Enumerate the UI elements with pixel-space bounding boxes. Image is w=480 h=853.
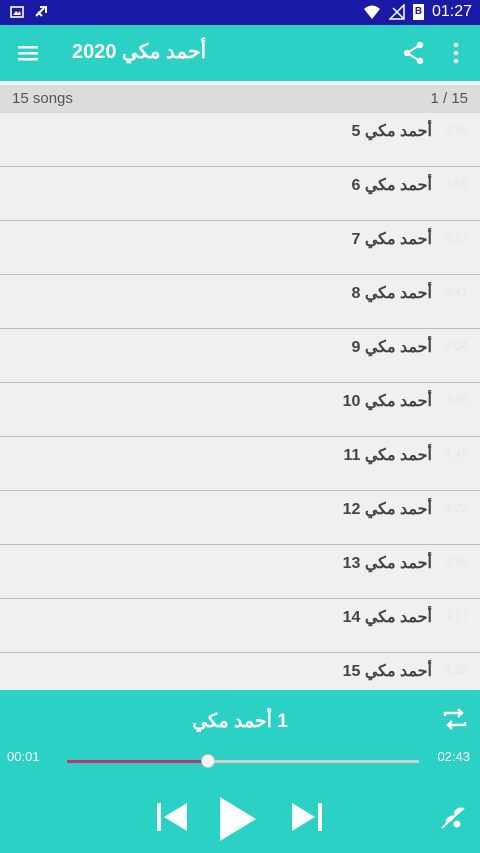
song-row[interactable]: أحمد مكي 6 4:58: [0, 167, 480, 221]
playback-controls: [0, 788, 480, 848]
player-bar: 1 أحمد مكي 00:01 02:43: [0, 690, 480, 853]
play-icon[interactable]: [214, 794, 260, 844]
song-title: أحمد مكي 5: [351, 123, 432, 140]
olive-branch-icon[interactable]: [438, 802, 468, 832]
seek-progress: [67, 760, 208, 763]
song-duration: 4:22: [444, 501, 468, 515]
menu-icon[interactable]: [14, 39, 42, 67]
page-title: أحمد مكي 2020: [72, 41, 207, 63]
song-row[interactable]: أحمد مكي 12 4:22: [0, 491, 480, 545]
song-title: أحمد مكي 8: [351, 285, 432, 302]
repeat-icon[interactable]: [440, 704, 470, 734]
wifi-icon: [363, 5, 380, 19]
battery-icon: B: [412, 4, 424, 20]
song-duration: 3:30: [444, 123, 468, 137]
song-row[interactable]: أحمد مكي 7 3:27: [0, 221, 480, 275]
next-icon[interactable]: [288, 798, 326, 836]
song-title: أحمد مكي 6: [351, 177, 432, 194]
song-row[interactable]: أحمد مكي 8 3:41: [0, 275, 480, 329]
song-title: أحمد مكي 13: [342, 555, 432, 572]
track-position: 1 / 15: [430, 90, 468, 107]
song-title: أحمد مكي 10: [342, 393, 432, 410]
song-row[interactable]: أحمد مكي 9 4:04: [0, 329, 480, 383]
song-duration: 4:17: [444, 609, 468, 623]
song-count: 15 songs: [12, 90, 73, 107]
song-row[interactable]: أحمد مكي 13 3:59: [0, 545, 480, 599]
song-row[interactable]: أحمد مكي 10 3:30: [0, 383, 480, 437]
song-duration: 4:58: [444, 177, 468, 191]
more-options-icon[interactable]: [442, 39, 470, 67]
song-row[interactable]: أحمد مكي 15 3:50: [0, 653, 480, 690]
song-duration: 3:30: [444, 393, 468, 407]
song-duration: 3:59: [444, 555, 468, 569]
song-row[interactable]: أحمد مكي 14 4:17: [0, 599, 480, 653]
app-bar: أحمد مكي 2020: [0, 25, 480, 81]
elapsed-time: 00:01: [7, 749, 40, 764]
song-duration: 3:27: [444, 231, 468, 245]
clock: 01:27: [431, 3, 472, 20]
song-title: أحمد مكي 11: [343, 447, 432, 464]
song-title: أحمد مكي 9: [351, 339, 432, 356]
song-title: أحمد مكي 7: [351, 231, 432, 248]
song-title: أحمد مكي 12: [342, 501, 432, 518]
image-notification-icon: [10, 6, 24, 18]
song-title: أحمد مكي 15: [342, 663, 432, 680]
share-icon[interactable]: [400, 39, 428, 67]
no-signal-icon: [388, 4, 405, 20]
song-count-bar: 15 songs 1 / 15: [0, 85, 480, 113]
song-duration: 4:04: [444, 339, 468, 353]
song-duration: 3:45: [444, 447, 468, 461]
song-title: أحمد مكي 14: [342, 609, 432, 626]
total-time: 02:43: [437, 749, 470, 764]
song-duration: 3:50: [444, 663, 468, 677]
airplane-notification-icon: [35, 6, 47, 17]
previous-icon[interactable]: [153, 798, 191, 836]
now-playing-title: 1 أحمد مكي: [192, 711, 288, 732]
seek-thumb[interactable]: [200, 754, 215, 768]
song-row[interactable]: أحمد مكي 5 3:30: [0, 113, 480, 167]
song-duration: 3:41: [444, 285, 468, 299]
song-row[interactable]: أحمد مكي 11 3:45: [0, 437, 480, 491]
song-list: أحمد مكي 5 3:30 أحمد مكي 6 4:58 أحمد مكي…: [0, 113, 480, 690]
seek-bar[interactable]: [67, 754, 419, 768]
status-bar: B 01:27: [0, 0, 480, 25]
